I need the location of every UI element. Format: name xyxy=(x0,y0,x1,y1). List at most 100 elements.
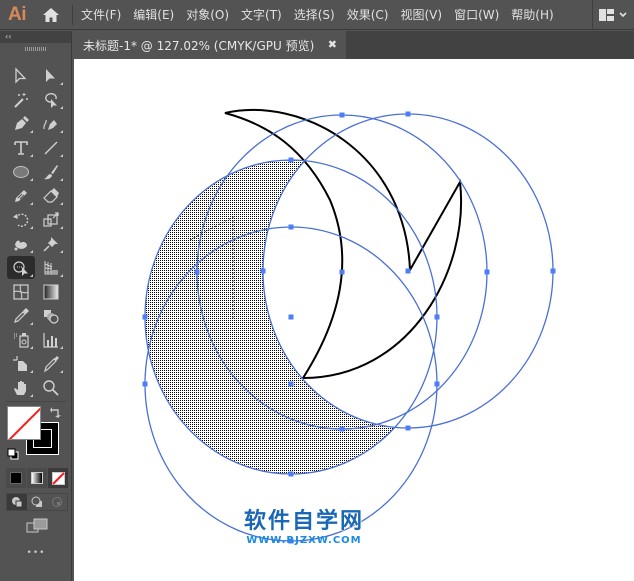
tool-row xyxy=(0,256,72,280)
ellipse-tool[interactable] xyxy=(7,160,35,183)
tool-row xyxy=(0,112,72,136)
shaper-tool[interactable] xyxy=(7,184,35,207)
eyedropper-tool[interactable] xyxy=(7,304,35,327)
menu-divider xyxy=(72,4,73,25)
anchor-point[interactable] xyxy=(288,471,294,477)
tools-panel: ‹‹ ••• xyxy=(0,31,72,581)
anchor-point[interactable] xyxy=(288,381,294,387)
anchor-point[interactable] xyxy=(288,157,294,163)
panel-grip[interactable] xyxy=(0,43,71,54)
artboard-tool[interactable] xyxy=(7,352,35,375)
anchor-point[interactable] xyxy=(405,268,411,274)
edit-toolbar-button[interactable]: ••• xyxy=(0,548,72,558)
tool-row xyxy=(0,88,72,112)
illustrator-window: Ai 文件(F) 编辑(E) 对象(O) 文字(T) 选择(S) 效果(C) 视… xyxy=(0,0,634,581)
column-graph-tool[interactable] xyxy=(37,328,65,351)
slice-tool[interactable] xyxy=(37,352,65,375)
hand-tool[interactable] xyxy=(7,376,35,399)
menu-object[interactable]: 对象(O) xyxy=(186,6,229,23)
perspective-grid-tool[interactable] xyxy=(37,256,65,279)
none-button[interactable] xyxy=(48,468,68,488)
draw-behind-button[interactable] xyxy=(27,494,48,510)
draw-normal-button[interactable] xyxy=(7,494,27,510)
draw-behind-icon xyxy=(31,496,42,507)
rotate-tool[interactable] xyxy=(7,208,35,231)
eyedropper-icon xyxy=(14,307,29,323)
menu-window[interactable]: 窗口(W) xyxy=(454,6,499,23)
anchor-point[interactable] xyxy=(484,269,490,275)
color-mode-buttons xyxy=(6,468,68,488)
anchor-point[interactable] xyxy=(339,112,345,118)
anchor-point[interactable] xyxy=(288,314,294,320)
blend-tool[interactable] xyxy=(37,304,65,327)
anchor-point[interactable] xyxy=(339,426,345,432)
slice-knife-icon xyxy=(44,355,59,372)
draw-normal-icon xyxy=(11,497,23,508)
eraser-tool[interactable] xyxy=(37,184,65,207)
menu-edit[interactable]: 编辑(E) xyxy=(133,6,174,23)
none-slash-icon xyxy=(8,407,40,439)
paintbrush-icon xyxy=(44,164,58,179)
zoom-tool[interactable] xyxy=(37,376,65,399)
artboard-canvas[interactable]: 软件自学网 WWW.RJZXW.COM xyxy=(74,59,634,581)
anchor-point[interactable] xyxy=(405,425,411,431)
symbol-sprayer-tool[interactable] xyxy=(7,328,35,351)
document-tab-bar: 未标题-1* @ 127.02% (CMYK/GPU 预览) ✖ xyxy=(74,31,634,59)
puppet-warp-tool[interactable] xyxy=(7,232,35,255)
document-tab[interactable]: 未标题-1* @ 127.02% (CMYK/GPU 预览) ✖ xyxy=(74,31,346,59)
anchor-point[interactable] xyxy=(339,269,345,275)
selection-arrow-outline-icon xyxy=(15,66,27,84)
tool-row xyxy=(0,184,72,208)
gradient-tool[interactable] xyxy=(37,280,65,303)
pen-tool[interactable] xyxy=(7,112,35,135)
direct-selection-tool[interactable] xyxy=(37,64,65,87)
anchor-point[interactable] xyxy=(434,381,440,387)
swap-fill-stroke-icon[interactable] xyxy=(50,406,62,418)
line-icon xyxy=(44,141,58,154)
anchor-point[interactable] xyxy=(142,381,148,387)
gradient-icon xyxy=(43,284,59,299)
curvature-tool[interactable] xyxy=(37,112,65,135)
anchor-point[interactable] xyxy=(405,111,411,117)
app-logo: Ai xyxy=(8,3,27,25)
menu-select[interactable]: 选择(S) xyxy=(294,6,335,23)
scale-icon xyxy=(43,211,59,227)
workspace-layout-icon xyxy=(598,9,627,21)
scale-tool[interactable] xyxy=(37,208,65,231)
close-tab-icon[interactable]: ✖ xyxy=(328,38,337,51)
anchor-point[interactable] xyxy=(434,314,440,320)
anchor-point[interactable] xyxy=(194,269,200,275)
ellipse-icon xyxy=(13,165,29,178)
home-button[interactable] xyxy=(34,0,68,30)
draw-inside-button[interactable] xyxy=(47,494,67,510)
change-screen-mode-button[interactable] xyxy=(23,515,51,537)
menu-view[interactable]: 视图(V) xyxy=(400,6,442,23)
fill-swatch[interactable] xyxy=(7,406,41,440)
type-tool[interactable] xyxy=(7,136,35,159)
workspace-switcher[interactable] xyxy=(592,0,634,30)
gradient-button[interactable] xyxy=(27,468,47,488)
rotate-icon xyxy=(13,213,29,227)
anchor-point[interactable] xyxy=(142,314,148,320)
lasso-tool[interactable] xyxy=(37,88,65,111)
anchor-point[interactable] xyxy=(288,224,294,230)
line-segment-tool[interactable] xyxy=(37,136,65,159)
pin-tool[interactable] xyxy=(37,232,65,255)
magic-wand-icon xyxy=(14,92,28,108)
collapse-panel-button[interactable]: ‹‹ xyxy=(0,31,71,43)
menu-type[interactable]: 文字(T) xyxy=(241,6,282,23)
anchor-point[interactable] xyxy=(260,268,266,274)
selection-tool[interactable] xyxy=(7,64,35,87)
color-button[interactable] xyxy=(6,468,26,488)
menu-help[interactable]: 帮助(H) xyxy=(511,6,553,23)
mesh-tool[interactable] xyxy=(7,280,35,303)
eraser-icon xyxy=(43,187,59,203)
paintbrush-tool[interactable] xyxy=(37,160,65,183)
tool-row xyxy=(0,304,72,328)
anchor-point[interactable] xyxy=(550,268,556,274)
shape-builder-tool[interactable] xyxy=(7,256,35,279)
menu-effect[interactable]: 效果(C) xyxy=(347,6,389,23)
magic-wand-tool[interactable] xyxy=(7,88,35,111)
default-colors-icon[interactable] xyxy=(7,448,19,460)
menu-file[interactable]: 文件(F) xyxy=(81,6,121,23)
